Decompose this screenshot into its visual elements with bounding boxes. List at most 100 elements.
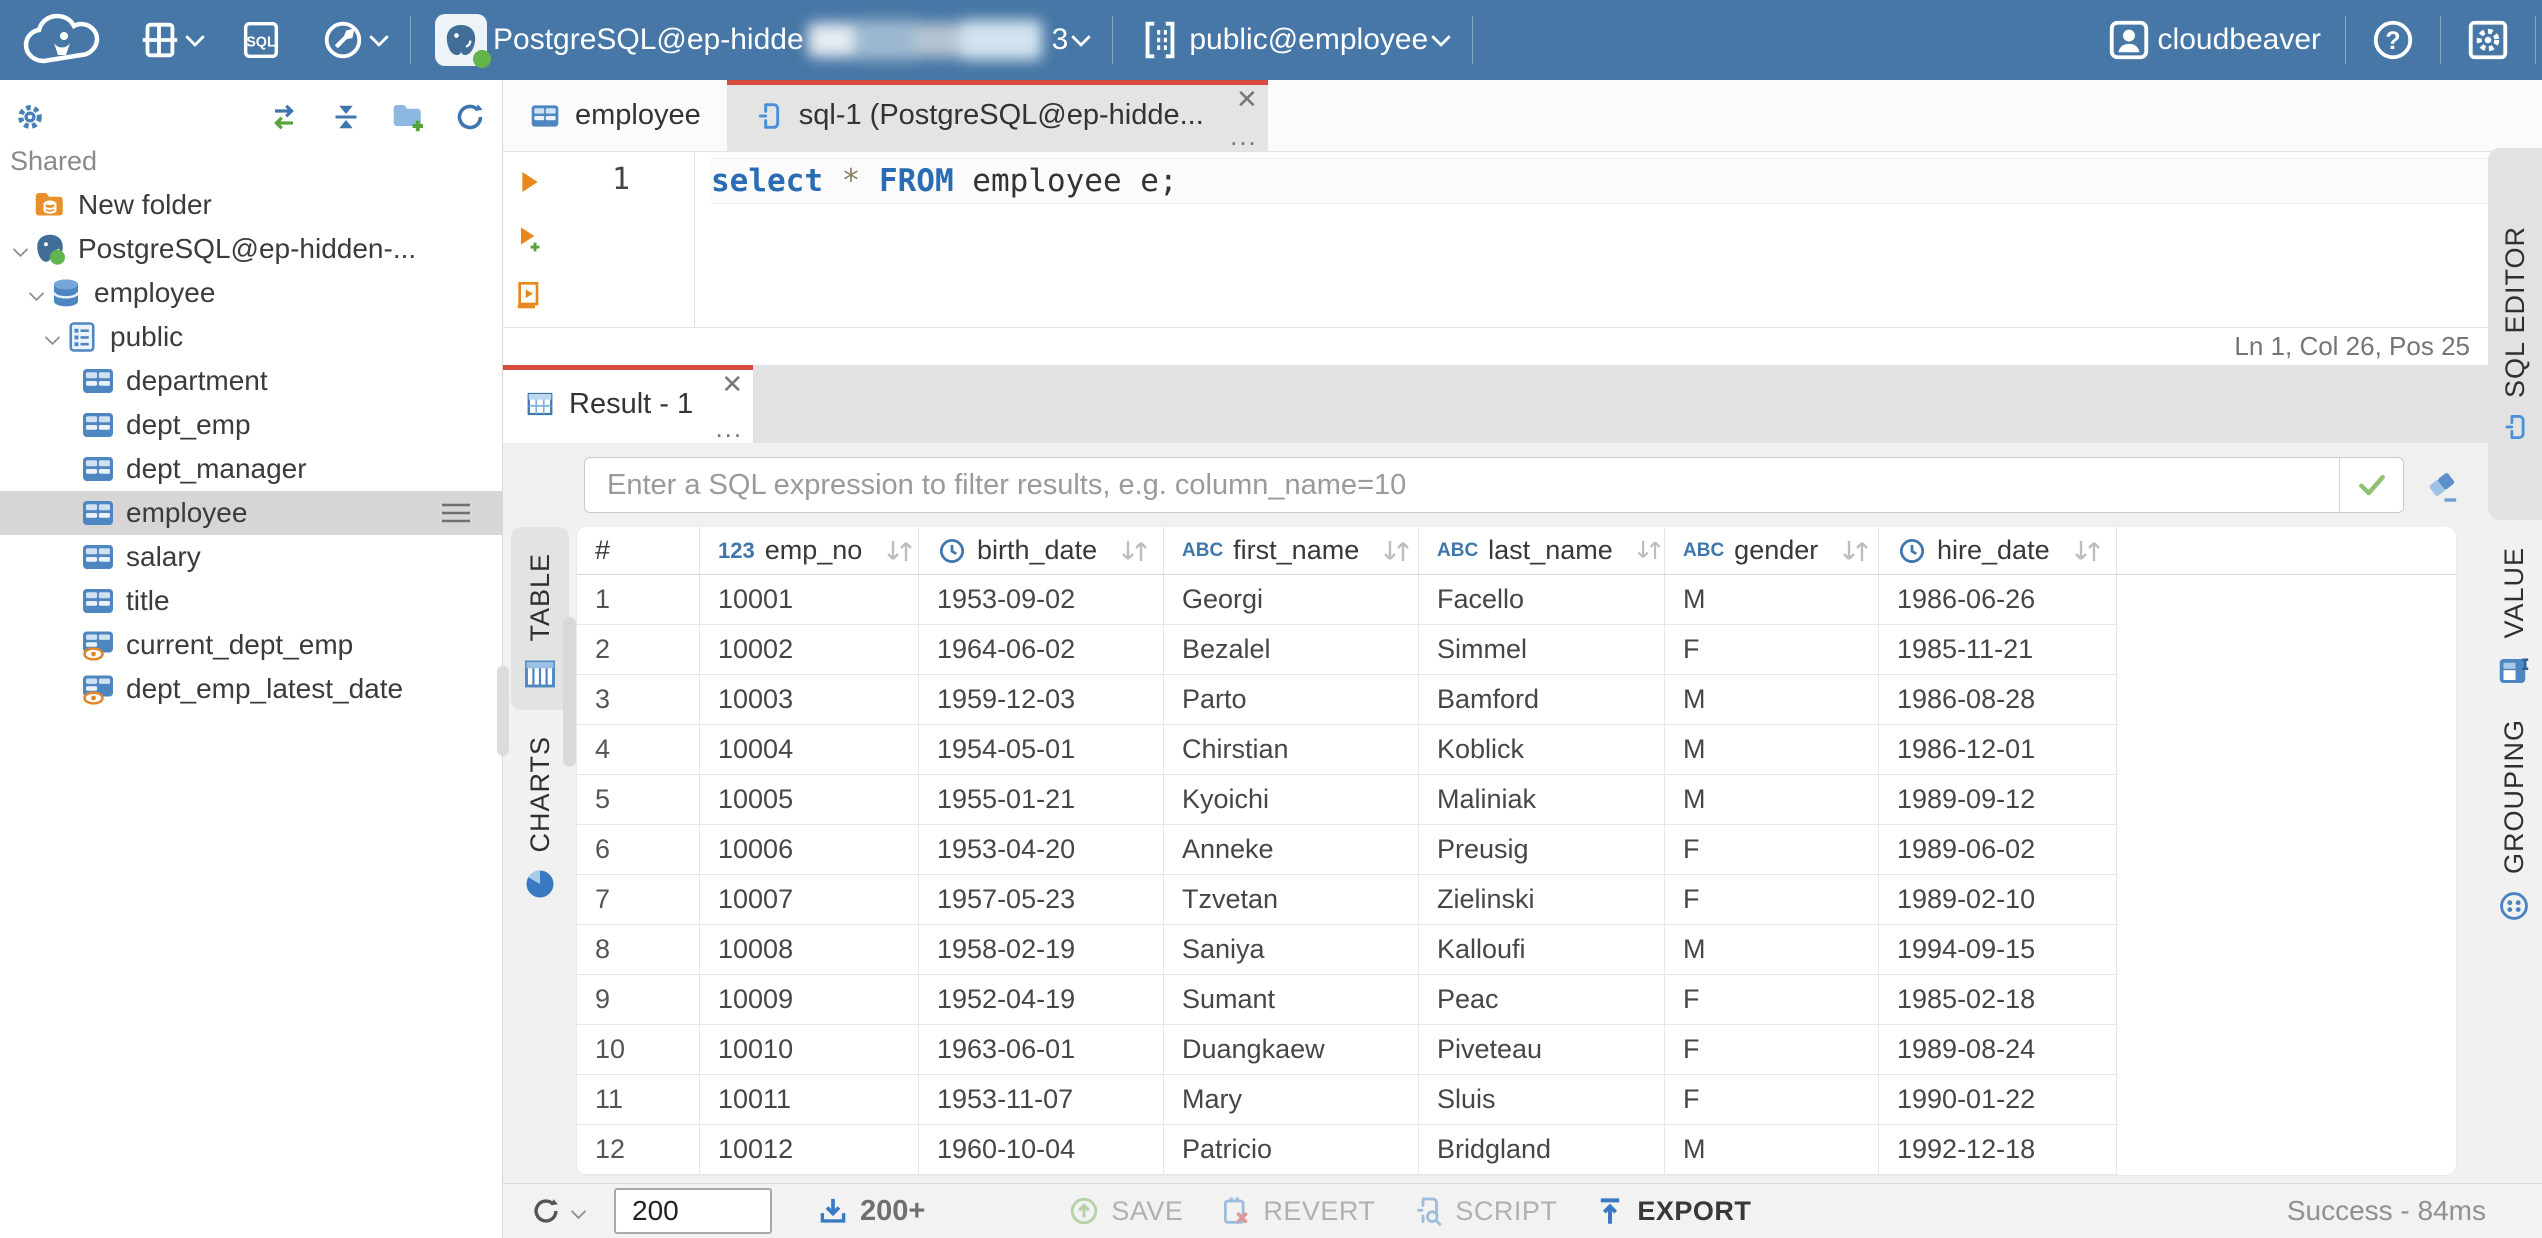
sort-icon[interactable] (2070, 536, 2104, 566)
table-cell[interactable]: 10002 (700, 625, 919, 675)
table-cell[interactable]: 10008 (700, 925, 919, 975)
code-area[interactable]: select * FROM employee e; (695, 152, 2542, 327)
row-number[interactable]: 6 (577, 825, 700, 875)
table-cell[interactable]: 1955-01-21 (919, 775, 1164, 825)
row-number[interactable]: 7 (577, 875, 700, 925)
table-cell[interactable]: M (1665, 725, 1879, 775)
tab-menu-icon[interactable]: ... (715, 415, 743, 441)
row-number[interactable]: 8 (577, 925, 700, 975)
new-folder-icon[interactable] (390, 99, 426, 135)
table-cell[interactable]: Duangkaew (1164, 1025, 1419, 1075)
settings-button[interactable] (2447, 0, 2529, 80)
tab-sql-editor-side[interactable]: SQL EDITOR (2488, 148, 2542, 520)
reload-button[interactable] (529, 1194, 587, 1228)
tab-employee[interactable]: employee (503, 80, 727, 151)
table-cell[interactable]: 1989-09-12 (1879, 775, 2117, 825)
table-cell[interactable]: 1963-06-01 (919, 1025, 1164, 1075)
table-cell[interactable]: 1958-02-19 (919, 925, 1164, 975)
table-cell[interactable]: 1953-11-07 (919, 1075, 1164, 1125)
tab-table[interactable]: TABLE (511, 527, 569, 710)
tree-item-title[interactable]: title (0, 579, 502, 623)
table-cell[interactable]: 1992-12-18 (1879, 1125, 2117, 1175)
column-header-emp_no[interactable]: 123 emp_no (700, 527, 919, 574)
table-cell[interactable]: Patricio (1164, 1125, 1419, 1175)
tree-item-public[interactable]: public (0, 315, 502, 359)
table-cell[interactable]: 1986-12-01 (1879, 725, 2117, 775)
row-number[interactable]: 1 (577, 575, 700, 625)
revert-button[interactable]: REVERT (1219, 1194, 1375, 1228)
tree-item-department[interactable]: department (0, 359, 502, 403)
execute-new-tab-icon[interactable] (513, 222, 545, 254)
table-cell[interactable]: 10011 (700, 1075, 919, 1125)
table-cell[interactable]: Koblick (1419, 725, 1665, 775)
row-menu-icon[interactable] (438, 498, 474, 528)
apply-filter-button[interactable] (2339, 458, 2403, 512)
table-cell[interactable]: Parto (1164, 675, 1419, 725)
table-cell[interactable]: 1985-02-18 (1879, 975, 2117, 1025)
tab-charts[interactable]: CHARTS (522, 736, 558, 903)
table-cell[interactable]: F (1665, 975, 1879, 1025)
execute-script-icon[interactable] (513, 278, 545, 310)
table-cell[interactable]: 10010 (700, 1025, 919, 1075)
row-number[interactable]: 2 (577, 625, 700, 675)
chevron-down-icon[interactable] (40, 325, 64, 349)
table-cell[interactable]: F (1665, 825, 1879, 875)
table-cell[interactable]: 1952-04-19 (919, 975, 1164, 1025)
help-button[interactable]: ? (2352, 0, 2434, 80)
export-button[interactable]: EXPORT (1593, 1194, 1751, 1228)
tree-item-new-folder[interactable]: New folder (0, 183, 502, 227)
table-cell[interactable]: 1959-12-03 (919, 675, 1164, 725)
new-connection-button[interactable] (118, 0, 220, 80)
row-number[interactable]: 12 (577, 1125, 700, 1175)
tree-item-employee[interactable]: employee (0, 271, 502, 315)
table-cell[interactable]: Sluis (1419, 1075, 1665, 1125)
driver-tools-button[interactable] (302, 0, 404, 80)
column-header-gender[interactable]: ABC gender (1665, 527, 1879, 574)
table-cell[interactable]: F (1665, 875, 1879, 925)
table-cell[interactable]: Bamford (1419, 675, 1665, 725)
table-cell[interactable]: Facello (1419, 575, 1665, 625)
table-cell[interactable]: 1989-06-02 (1879, 825, 2117, 875)
table-cell[interactable]: M (1665, 925, 1879, 975)
table-cell[interactable]: Peac (1419, 975, 1665, 1025)
table-cell[interactable]: Bezalel (1164, 625, 1419, 675)
table-cell[interactable]: 1954-05-01 (919, 725, 1164, 775)
filter-input[interactable] (585, 458, 2339, 512)
row-number[interactable]: 10 (577, 1025, 700, 1075)
table-cell[interactable]: F (1665, 1075, 1879, 1125)
table-cell[interactable]: Simmel (1419, 625, 1665, 675)
table-cell[interactable]: Anneke (1164, 825, 1419, 875)
tab-menu-icon[interactable]: ... (1230, 123, 1258, 149)
table-cell[interactable]: Georgi (1164, 575, 1419, 625)
sql-editor-button[interactable]: SQL (220, 0, 302, 80)
sort-icon[interactable] (882, 536, 916, 566)
sort-icon[interactable] (1633, 536, 1664, 566)
table-cell[interactable]: Sumant (1164, 975, 1419, 1025)
execute-query-icon[interactable] (513, 166, 545, 198)
clear-filter-eraser-icon[interactable] (2422, 465, 2462, 505)
tab-grouping[interactable]: GROUPING (2496, 719, 2532, 924)
table-cell[interactable]: Piveteau (1419, 1025, 1665, 1075)
table-cell[interactable]: 1986-06-26 (1879, 575, 2117, 625)
table-cell[interactable]: 1985-11-21 (1879, 625, 2117, 675)
chevron-down-icon[interactable] (8, 237, 32, 261)
tree-item-postgresql-ep-hidden-[interactable]: PostgreSQL@ep-hidden-... (0, 227, 502, 271)
table-cell[interactable]: Maliniak (1419, 775, 1665, 825)
table-cell[interactable]: 1994-09-15 (1879, 925, 2117, 975)
table-cell[interactable]: 1957-05-23 (919, 875, 1164, 925)
tree-item-employee[interactable]: employee (0, 491, 502, 535)
table-cell[interactable]: 10001 (700, 575, 919, 625)
table-cell[interactable]: 1960-10-04 (919, 1125, 1164, 1175)
table-cell[interactable]: Kyoichi (1164, 775, 1419, 825)
user-menu[interactable]: cloudbeaver (2088, 0, 2339, 80)
table-cell[interactable]: F (1665, 625, 1879, 675)
table-cell[interactable]: 10007 (700, 875, 919, 925)
table-cell[interactable]: M (1665, 1125, 1879, 1175)
sync-connection-icon[interactable] (266, 99, 302, 135)
table-cell[interactable]: 1986-08-28 (1879, 675, 2117, 725)
table-cell[interactable]: 1989-02-10 (1879, 875, 2117, 925)
table-cell[interactable]: 10004 (700, 725, 919, 775)
column-header-rownum[interactable]: # (577, 527, 700, 574)
schema-selector[interactable]: public@employee (1119, 0, 1466, 80)
table-cell[interactable]: 1989-08-24 (1879, 1025, 2117, 1075)
